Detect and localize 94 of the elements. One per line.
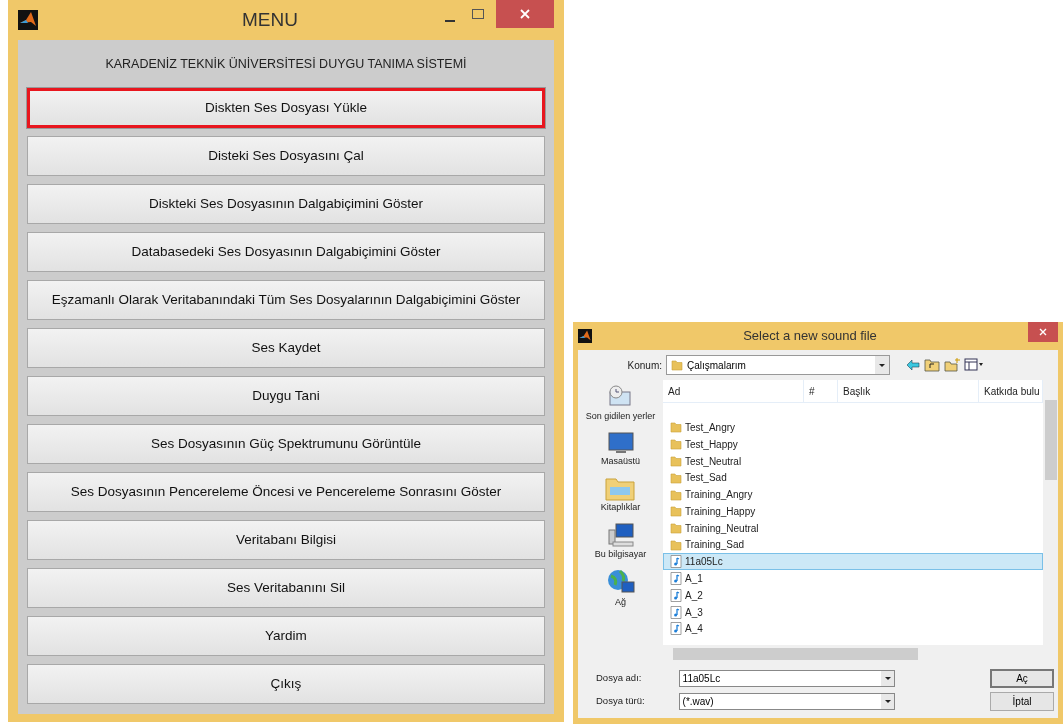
menu-button[interactable]: Ses Veritabanını Sil xyxy=(27,568,545,608)
file-name: Test_Neutral xyxy=(685,454,742,469)
music-note-icon xyxy=(670,622,682,636)
folder-icon xyxy=(670,421,682,434)
close-button[interactable] xyxy=(496,0,554,28)
menu-button[interactable]: Çıkış xyxy=(27,664,545,704)
file-name: A_3 xyxy=(685,605,703,620)
app-heading: KARADENİZ TEKNİK ÜNİVERSİTESİ DUYGU TANIMA SİSTEMİ xyxy=(104,55,468,73)
music-note-icon xyxy=(670,588,682,602)
file-row[interactable]: A_3 xyxy=(663,603,1043,621)
filename-value: 11a05Lc xyxy=(682,672,722,686)
dropdown-caret-icon[interactable] xyxy=(875,356,889,374)
location-dropdown[interactable]: Çalışmalarım xyxy=(666,355,890,375)
file-name: Test_Sad xyxy=(685,471,727,486)
file-name: A_4 xyxy=(685,622,703,637)
file-row[interactable]: Training_Happy xyxy=(663,503,1043,520)
column-header[interactable]: Başlık xyxy=(838,380,979,402)
monitor-icon xyxy=(606,430,635,455)
file-row[interactable]: A_2 xyxy=(663,586,1043,604)
file-row[interactable]: Training_Neutral xyxy=(663,519,1043,537)
file-name: Training_Angry xyxy=(685,488,753,503)
file-name: Training_Happy xyxy=(685,504,756,519)
back-arrow-icon[interactable] xyxy=(906,359,920,371)
folder-icon xyxy=(670,488,682,501)
libraries-folder-icon xyxy=(605,475,636,501)
close-button[interactable] xyxy=(1028,322,1058,342)
file-row[interactable]: Training_Sad xyxy=(663,536,1043,554)
place-label[interactable]: Ağ xyxy=(615,596,626,610)
file-row[interactable]: Test_Neutral xyxy=(663,452,1043,470)
file-name: A_1 xyxy=(685,572,703,587)
dialog-title: Select a new sound file xyxy=(742,327,878,346)
place-label[interactable]: Masaüstü xyxy=(601,454,640,468)
dropdown-caret-icon[interactable] xyxy=(880,694,894,709)
music-note-icon xyxy=(670,555,682,569)
file-name: A_2 xyxy=(685,588,703,603)
app-logo-icon xyxy=(578,329,592,343)
menu-button[interactable]: Disteki Ses Dosyasını Çal xyxy=(27,136,545,176)
menu-button[interactable]: Eşzamanlı Olarak Veritabanındaki Tüm Ses Dosyalarının Dalgabiçimini Göster xyxy=(27,280,545,320)
file-row[interactable]: Training_Angry xyxy=(663,486,1043,503)
menu-button[interactable]: Diskten Ses Dosyası Yükle xyxy=(27,88,545,128)
file-name: Training_Neutral xyxy=(685,521,759,536)
file-row[interactable]: A_4 xyxy=(663,620,1043,638)
file-row[interactable]: A_1 xyxy=(663,570,1043,587)
filetype-label: Dosya türü: xyxy=(596,694,645,709)
computer-icon xyxy=(606,521,635,548)
menu-button[interactable]: Databasedeki Ses Dosyasının Dalgabiçimini Göster xyxy=(27,232,545,272)
filename-label: Dosya adı: xyxy=(596,671,643,686)
music-note-icon xyxy=(670,605,682,619)
file-name: Test_Angry xyxy=(685,420,736,435)
filetype-value: (*.wav) xyxy=(682,695,715,709)
folder-icon xyxy=(670,522,682,535)
filename-field[interactable]: 11a05Lc xyxy=(678,670,895,687)
horizontal-scrollbar[interactable] xyxy=(663,645,1058,662)
place-label[interactable]: Bu bilgisayar xyxy=(594,547,647,561)
menu-button[interactable]: Veritabanı Bilgisi xyxy=(27,520,545,560)
view-menu-icon[interactable] xyxy=(964,358,984,372)
cancel-button[interactable]: İptal xyxy=(990,692,1054,711)
folder-icon xyxy=(670,471,682,484)
place-label[interactable]: Son gidilen yerler xyxy=(585,410,656,424)
folder-icon xyxy=(671,359,683,371)
column-header[interactable]: # xyxy=(804,380,838,402)
dropdown-caret-icon[interactable] xyxy=(880,671,894,686)
location-label: Konum: xyxy=(626,358,662,373)
file-row[interactable]: Test_Happy xyxy=(663,435,1043,453)
close-icon xyxy=(519,8,531,20)
menu-button[interactable]: Ses Dosyasının Güç Spektrumunu Görüntüle xyxy=(27,424,545,464)
file-name: Training_Sad xyxy=(685,538,745,553)
file-row[interactable]: Test_Sad xyxy=(663,469,1043,487)
filetype-dropdown[interactable]: (*.wav) xyxy=(678,693,895,710)
new-folder-icon[interactable] xyxy=(944,358,960,372)
file-name: Test_Happy xyxy=(685,437,738,452)
folder-up-icon[interactable] xyxy=(924,358,940,372)
maximize-icon[interactable] xyxy=(470,6,486,22)
menu-button[interactable]: Ses Dosyasının Pencereleme Öncesi ve Pencereleme Sonrasını Göster xyxy=(27,472,545,512)
menu-button[interactable]: Duygu Tani xyxy=(27,376,545,416)
location-value: Çalışmalarım xyxy=(687,358,747,373)
folder-icon xyxy=(670,438,682,451)
column-header[interactable]: Ad xyxy=(663,380,804,402)
app-logo-icon xyxy=(18,10,38,30)
folder-icon xyxy=(670,505,682,518)
open-button[interactable]: Aç xyxy=(990,669,1054,688)
file-row[interactable]: Test_Angry xyxy=(663,419,1043,436)
file-name: 11a05Lc xyxy=(685,555,723,570)
place-label[interactable]: Kitaplıklar xyxy=(600,501,641,515)
folder-icon xyxy=(670,538,682,551)
music-note-icon xyxy=(670,572,682,586)
menu-button[interactable]: Ses Kaydet xyxy=(27,328,545,368)
menu-button[interactable]: Yardim xyxy=(27,616,545,656)
close-icon xyxy=(1039,328,1047,336)
folder-icon xyxy=(670,455,682,467)
menu-button[interactable]: Diskteki Ses Dosyasının Dalgabiçimini Göster xyxy=(27,184,545,224)
window-title: MENU xyxy=(241,7,299,32)
file-row[interactable]: 11a05Lc xyxy=(663,553,1043,571)
globe-icon xyxy=(605,568,636,596)
